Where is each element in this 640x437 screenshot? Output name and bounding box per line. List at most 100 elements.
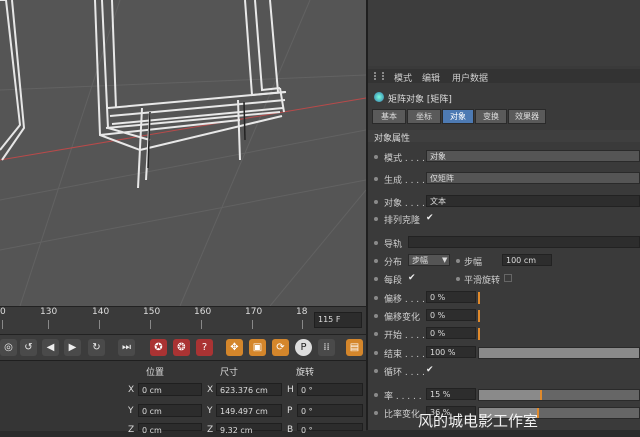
scale-icon[interactable]: ▣: [249, 339, 266, 356]
move-icon[interactable]: ✥: [226, 339, 243, 356]
viewport-3d[interactable]: [0, 0, 366, 306]
help-icon[interactable]: ?: [196, 339, 213, 356]
anim-dot-icon[interactable]: [374, 217, 378, 221]
start-field[interactable]: 0 %: [426, 327, 476, 339]
offset-slider-handle[interactable]: [478, 292, 480, 304]
keyframe-auto-icon[interactable]: ❂: [173, 339, 190, 356]
prop-label: 偏移 . . . .: [384, 295, 425, 305]
prop-label: 模式 . . . .: [384, 154, 425, 164]
coordinates-manager: 位置 尺寸 旋转 X 0 cm X 623.376 cm H 0 ° Y 0 c…: [0, 360, 366, 435]
timeline-ruler[interactable]: 0 130 140 150 160 170 18: [0, 306, 366, 335]
prop-label: 排列克隆: [384, 216, 421, 226]
rate-slider-handle[interactable]: [539, 390, 542, 400]
prop-label: 分布: [384, 258, 403, 268]
timeline-tick: 160: [194, 307, 212, 317]
timeline-tick: 150: [143, 307, 161, 317]
rot-axis-label: B: [287, 425, 294, 435]
tick-mark: [201, 320, 202, 329]
pos-axis-label: Z: [128, 425, 135, 435]
loop-checkbox[interactable]: ✔: [426, 366, 435, 375]
play-back-icon[interactable]: ◀: [42, 339, 59, 356]
step-field[interactable]: 100 cm: [502, 254, 552, 266]
tab-object[interactable]: 对象: [442, 109, 474, 124]
start-slider-handle[interactable]: [478, 328, 480, 340]
anim-dot-icon[interactable]: [456, 277, 460, 281]
offset-variation-field[interactable]: 0 %: [426, 309, 476, 321]
timeline-tick: 130: [40, 307, 58, 317]
generate-dropdown[interactable]: 仅矩阵: [426, 172, 640, 184]
matrix-object-icon: [374, 92, 384, 102]
size-axis-label: X: [207, 385, 214, 395]
smooth-rotation-checkbox[interactable]: [504, 274, 512, 282]
pos-y-field[interactable]: 0 cm: [138, 404, 202, 417]
rot-p-field[interactable]: 0 °: [297, 404, 363, 417]
rate-slider-fill: [479, 390, 540, 400]
tab-transform[interactable]: 变换: [475, 109, 507, 124]
prop-label: 平滑旋转: [464, 276, 501, 286]
anim-dot-icon[interactable]: [374, 259, 378, 263]
mode-dropdown[interactable]: 对象: [426, 150, 640, 162]
rate-field[interactable]: 15 %: [426, 388, 476, 400]
rot-h-field[interactable]: 0 °: [297, 383, 363, 396]
anim-dot-icon[interactable]: [374, 351, 378, 355]
tab-basic[interactable]: 基本: [372, 109, 406, 124]
anim-dot-icon[interactable]: [374, 200, 378, 204]
tab-effectors[interactable]: 效果器: [508, 109, 546, 124]
section-header: 对象属性: [368, 130, 640, 144]
prop-guide: 导轨: [368, 236, 640, 250]
pos-x-field[interactable]: 0 cm: [138, 383, 202, 396]
per-segment-checkbox[interactable]: ✔: [408, 274, 417, 283]
anim-dot-icon[interactable]: [374, 393, 378, 397]
offset-variation-slider-handle[interactable]: [478, 310, 480, 322]
prop-label: 步幅: [464, 258, 483, 268]
anim-dot-icon[interactable]: [456, 259, 460, 263]
prop-generate: 生成 . . . . 仅矩阵: [368, 172, 640, 186]
record-icon[interactable]: ◎: [0, 339, 17, 356]
anim-dot-icon[interactable]: [374, 277, 378, 281]
anim-dot-icon[interactable]: [374, 241, 378, 245]
end-field[interactable]: 100 %: [426, 346, 476, 358]
size-y-field[interactable]: 149.497 cm: [216, 404, 282, 417]
anim-dot-icon[interactable]: [374, 369, 378, 373]
tick-mark: [2, 320, 3, 329]
arrange-clones-checkbox[interactable]: ✔: [426, 214, 435, 223]
goto-end-icon[interactable]: ⏭: [118, 339, 135, 356]
offset-field[interactable]: 0 %: [426, 291, 476, 303]
viewport-wireframe: [0, 0, 366, 306]
loop-icon[interactable]: ↺: [20, 339, 37, 356]
rate-slider[interactable]: [478, 389, 640, 401]
rotate-icon[interactable]: ⟳: [272, 339, 289, 356]
object-link-field[interactable]: 文本: [426, 195, 640, 207]
keyframe-add-icon[interactable]: ✪: [150, 339, 167, 356]
prop-label: 对象 . . . . .: [384, 199, 431, 209]
guide-link-field[interactable]: [408, 236, 640, 248]
prop-distribute: 分布 步幅 ▼ 步幅 100 cm: [368, 254, 640, 268]
object-manager-area[interactable]: [368, 0, 640, 66]
anim-dot-icon[interactable]: [374, 155, 378, 159]
prop-per-segment: 每段 ✔ 平滑旋转: [368, 272, 640, 286]
anim-dot-icon[interactable]: [374, 314, 378, 318]
menu-userdata[interactable]: 用户数据: [452, 71, 488, 84]
transport-bar: ◎ ↺ ◀ ▶ ↻ ⏭ ✪ ❂ ? ✥ ▣ ⟳ P ⁞⁞ ▤: [0, 334, 366, 361]
prop-mode: 模式 . . . . 对象: [368, 150, 640, 164]
menu-edit[interactable]: 编辑: [422, 71, 440, 84]
anim-dot-icon[interactable]: [374, 332, 378, 336]
panel-grip-icon[interactable]: [374, 72, 384, 80]
anim-dot-icon[interactable]: [374, 177, 378, 181]
play-icon[interactable]: ▶: [64, 339, 81, 356]
prop-loop: 循环 . . . . ✔: [368, 364, 640, 378]
cycle-icon[interactable]: ↻: [88, 339, 105, 356]
end-slider[interactable]: [478, 347, 640, 359]
current-frame-field[interactable]: 115 F: [314, 312, 362, 328]
tab-coord[interactable]: 坐标: [407, 109, 441, 124]
filmstrip-icon[interactable]: ▤: [346, 339, 363, 356]
attributes-menubar: 模式 编辑 用户数据: [368, 69, 640, 84]
prop-rate: 率 . . . . . 15 %: [368, 388, 640, 402]
size-x-field[interactable]: 623.376 cm: [216, 383, 282, 396]
menu-mode[interactable]: 模式: [394, 71, 412, 84]
anim-dot-icon[interactable]: [374, 411, 378, 415]
param-icon[interactable]: P: [295, 339, 312, 356]
anim-dot-icon[interactable]: [374, 296, 378, 300]
dots-grid-icon[interactable]: ⁞⁞: [318, 339, 335, 356]
chevron-down-icon: ▼: [442, 256, 448, 264]
